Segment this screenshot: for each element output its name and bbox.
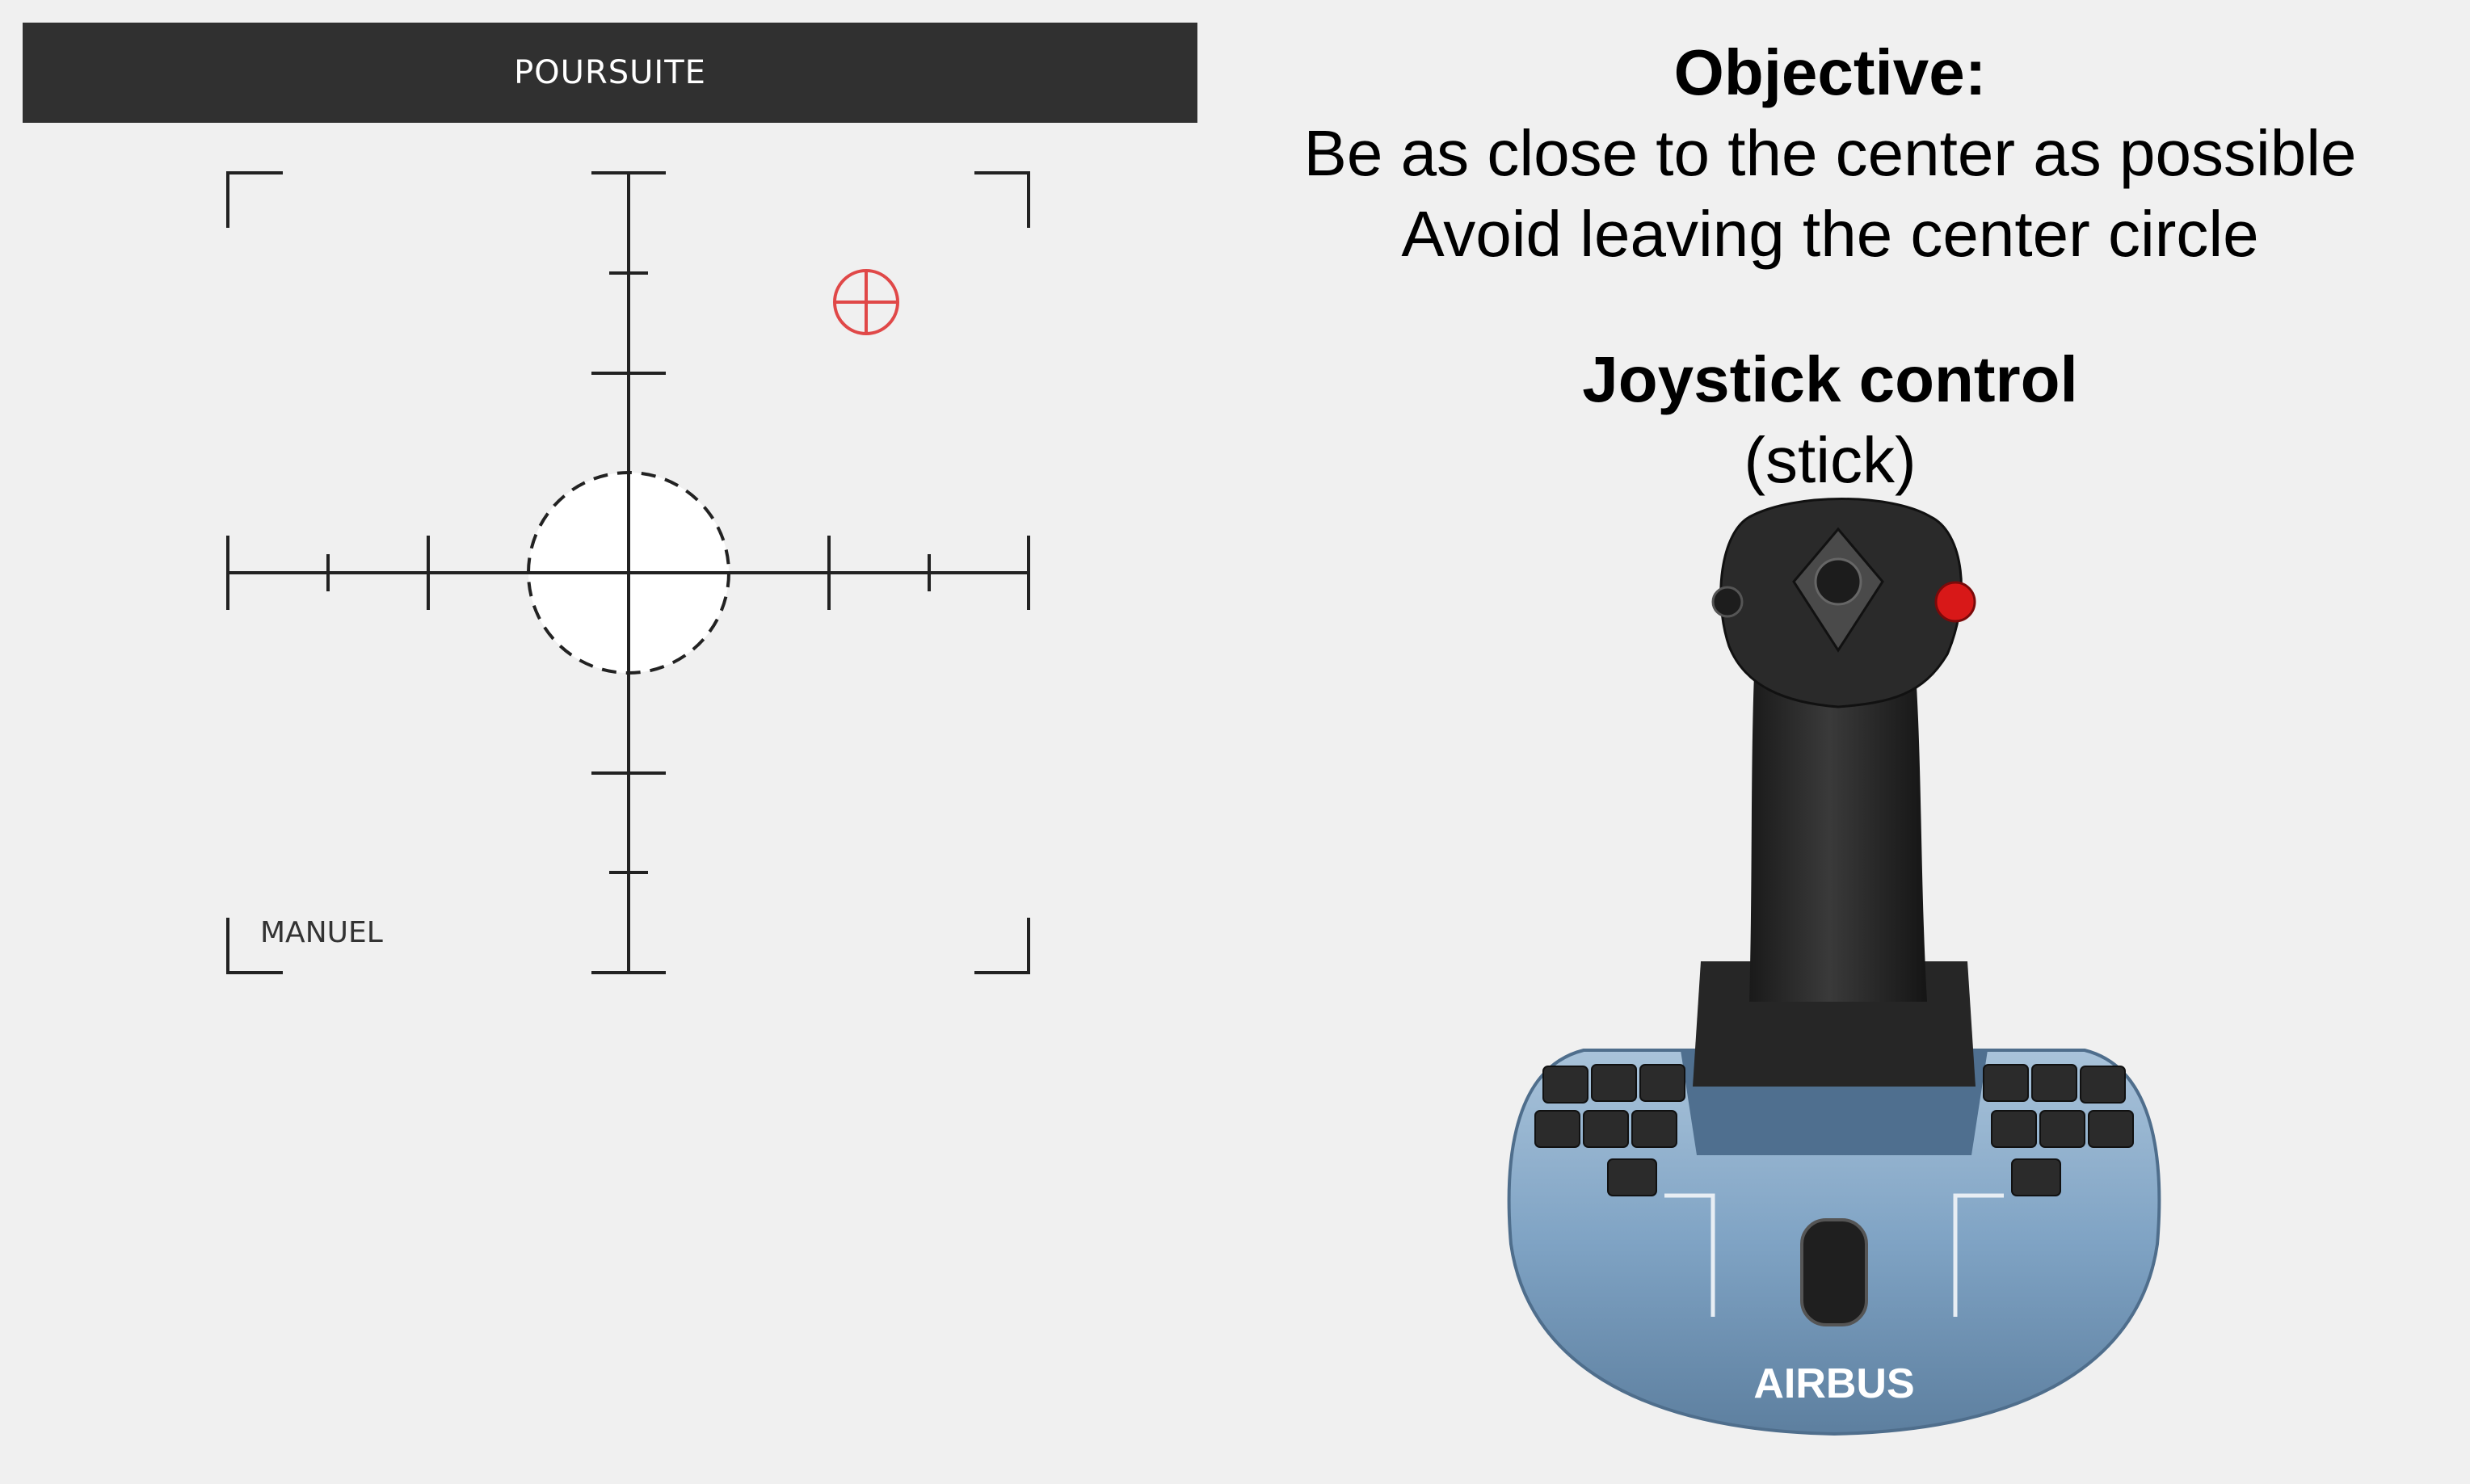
- corner-bracket-bottom-right: [974, 918, 1030, 974]
- joystick-brand: AIRBUS: [1753, 1360, 1914, 1407]
- crosshair-axes: [226, 171, 1030, 974]
- hat-switch-cap: [1814, 557, 1862, 606]
- red-trigger-button: [1934, 581, 1976, 623]
- joystick-image: AIRBUS: [1507, 498, 2161, 1436]
- objective-heading: Objective:: [1673, 36, 1987, 108]
- side-button-left: [1711, 586, 1744, 618]
- corner-bracket-top-right: [974, 171, 1030, 228]
- objective-line-2: Avoid leaving the center circle: [1401, 198, 2259, 270]
- control-heading: Joystick control: [1582, 343, 2078, 415]
- trim-wheel: [1800, 1218, 1868, 1326]
- objective-panel: Objective: Be as close to the center as …: [1228, 32, 2432, 275]
- tracking-scope: [226, 171, 1030, 974]
- mode-label: MANUEL: [260, 916, 383, 949]
- target-crosshair-icon: [833, 269, 899, 335]
- corner-bracket-top-left: [226, 171, 283, 228]
- control-panel: Joystick control (stick): [1228, 339, 2432, 501]
- objective-line-1: Be as close to the center as possible: [1303, 117, 2357, 189]
